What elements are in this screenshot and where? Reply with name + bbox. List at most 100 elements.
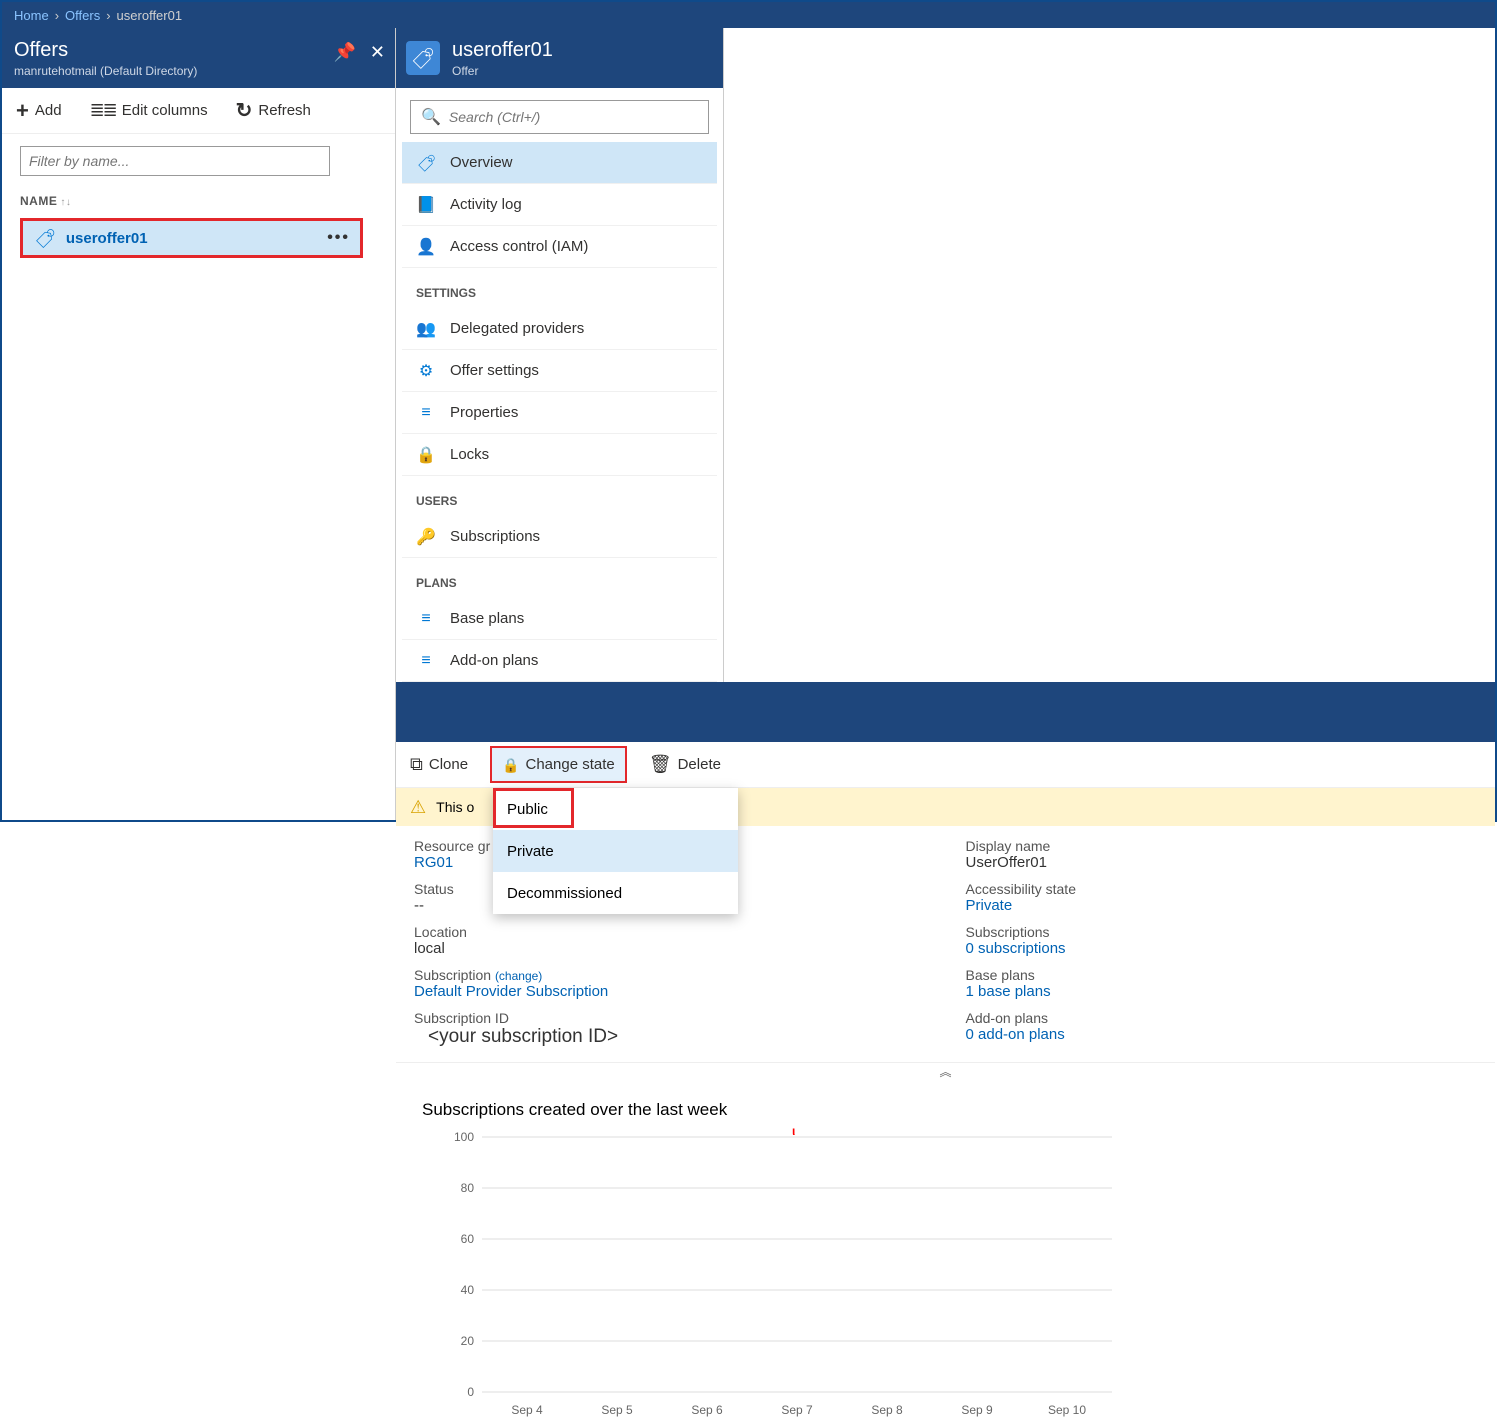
label-display-name: Display name xyxy=(966,838,1478,854)
offers-panel: Offers manrutehotmail (Default Directory… xyxy=(2,28,396,820)
nav-delegated-providers[interactable]: 👥Delegated providers xyxy=(402,308,717,350)
main-toolbar: Clone Change state Delete Public Private… xyxy=(396,742,1495,788)
warning-text: This o xyxy=(436,799,474,815)
dropdown-private[interactable]: Private xyxy=(493,830,738,872)
tag-icon: 🏷 xyxy=(34,227,55,250)
nav-access-control[interactable]: 👤Access control (IAM) xyxy=(402,226,717,268)
svg-text:Sep 5: Sep 5 xyxy=(601,1403,633,1417)
svg-text:100: 100 xyxy=(454,1132,474,1144)
collapse-toggle[interactable]: ︽ xyxy=(396,1062,1495,1080)
svg-text:Sep 9: Sep 9 xyxy=(961,1403,993,1417)
chart-marker: ι xyxy=(792,1124,795,1138)
columns-icon xyxy=(90,100,116,121)
dropdown-decommissioned[interactable]: Decommissioned xyxy=(493,872,738,914)
value-addon-plans[interactable]: 0 add-on plans xyxy=(966,1026,1478,1043)
plus-icon xyxy=(16,98,29,124)
person-icon: 👤 xyxy=(416,237,436,257)
label-base-plans: Base plans xyxy=(966,967,1478,983)
value-display-name: UserOffer01 xyxy=(966,854,1478,871)
svg-text:Sep 6: Sep 6 xyxy=(691,1403,723,1417)
value-subscriptions[interactable]: 0 subscriptions xyxy=(966,940,1478,957)
pin-icon[interactable]: 📌 xyxy=(333,42,355,63)
nav-properties[interactable]: Properties xyxy=(402,392,717,434)
chevron-right-icon: › xyxy=(55,8,59,23)
lock-icon: 🔒 xyxy=(416,445,436,465)
main-panel: Clone Change state Delete Public Private… xyxy=(396,682,1495,1427)
breadcrumb-current: useroffer01 xyxy=(117,8,183,23)
tag-icon: 🏷 xyxy=(416,153,436,173)
change-state-button[interactable]: Change state xyxy=(490,746,627,783)
log-icon: 📘 xyxy=(416,195,436,215)
label-addon-plans: Add-on plans xyxy=(966,1010,1478,1026)
svg-text:Sep 10: Sep 10 xyxy=(1048,1403,1086,1417)
nav-offer-settings[interactable]: ⚙Offer settings xyxy=(402,350,717,392)
detail-panel-header: 🏷 useroffer01 Offer xyxy=(396,28,723,88)
people-icon: 👥 xyxy=(416,319,436,339)
value-subscription-id: <your subscription ID> xyxy=(414,1026,926,1048)
nav-base-plans[interactable]: Base plans xyxy=(402,598,717,640)
change-subscription-link[interactable]: (change) xyxy=(495,969,542,983)
nav-activity-log[interactable]: 📘Activity log xyxy=(402,184,717,226)
svg-text:0: 0 xyxy=(467,1385,474,1399)
breadcrumb-home[interactable]: Home xyxy=(14,8,49,23)
tag-icon: 🏷 xyxy=(406,41,440,75)
more-icon[interactable]: ••• xyxy=(327,229,350,247)
warning-icon: ⚠ xyxy=(410,797,426,818)
breadcrumb-offers[interactable]: Offers xyxy=(65,8,100,23)
svg-text:60: 60 xyxy=(461,1232,475,1246)
nav-section-settings: SETTINGS xyxy=(402,268,717,308)
nav-subscriptions[interactable]: 🔑Subscriptions xyxy=(402,516,717,558)
list-icon xyxy=(416,610,436,628)
value-subscription[interactable]: Default Provider Subscription xyxy=(414,983,926,1000)
delete-button[interactable]: Delete xyxy=(643,750,727,779)
label-subscription: Subscription (change) xyxy=(414,967,926,983)
filter-input[interactable] xyxy=(20,146,330,176)
label-subscriptions: Subscriptions xyxy=(966,924,1478,940)
detail-nav-panel: 🏷 useroffer01 Offer 🔍 🏷Overview 📘Activit… xyxy=(396,28,724,682)
offers-subtitle: manrutehotmail (Default Directory) xyxy=(14,64,197,78)
svg-text:80: 80 xyxy=(461,1181,475,1195)
nav-locks[interactable]: 🔒Locks xyxy=(402,434,717,476)
nav-overview[interactable]: 🏷Overview xyxy=(402,142,717,184)
offers-title: Offers xyxy=(14,39,197,62)
svg-text:Sep 7: Sep 7 xyxy=(781,1403,813,1417)
detail-subtitle: Offer xyxy=(452,64,553,78)
lock-icon xyxy=(502,754,519,775)
close-icon[interactable]: ✕ xyxy=(370,42,385,63)
svg-text:40: 40 xyxy=(461,1283,475,1297)
value-base-plans[interactable]: 1 base plans xyxy=(966,983,1478,1000)
offer-row[interactable]: 🏷 useroffer01 ••• xyxy=(20,218,363,258)
label-accessibility: Accessibility state xyxy=(966,881,1478,897)
main-header-strip xyxy=(396,682,1495,742)
refresh-icon xyxy=(236,98,253,123)
svg-text:20: 20 xyxy=(461,1334,475,1348)
nav-search[interactable]: 🔍 xyxy=(410,100,709,134)
chart-title: Subscriptions created over the last week xyxy=(422,1100,1469,1120)
value-accessibility[interactable]: Private xyxy=(966,897,1478,914)
chart-area: Subscriptions created over the last week… xyxy=(396,1080,1495,1427)
dropdown-public[interactable]: Public xyxy=(493,788,738,830)
label-subscription-id: Subscription ID xyxy=(414,1010,926,1026)
column-header-name[interactable]: NAME↑↓ xyxy=(20,194,377,208)
sort-icon: ↑↓ xyxy=(60,197,71,208)
key-icon: 🔑 xyxy=(416,527,436,547)
chevron-right-icon: › xyxy=(106,8,110,23)
list-icon xyxy=(416,404,436,422)
edit-columns-button[interactable]: Edit columns xyxy=(84,96,214,125)
sliders-icon: ⚙ xyxy=(416,361,436,381)
nav-search-input[interactable] xyxy=(449,109,698,125)
clone-button[interactable]: Clone xyxy=(404,750,474,779)
delete-icon xyxy=(649,754,672,775)
subscriptions-chart: 020406080100Sep 4Sep 5Sep 6Sep 7Sep 8Sep… xyxy=(422,1132,1122,1422)
breadcrumb: Home › Offers › useroffer01 xyxy=(2,2,1495,28)
refresh-button[interactable]: Refresh xyxy=(230,94,317,127)
svg-text:Sep 8: Sep 8 xyxy=(871,1403,903,1417)
offers-toolbar: Add Edit columns Refresh xyxy=(2,88,395,134)
add-button[interactable]: Add xyxy=(10,94,68,128)
detail-title: useroffer01 xyxy=(452,39,553,62)
nav-section-users: USERS xyxy=(402,476,717,516)
clone-icon xyxy=(410,754,423,775)
nav-addon-plans[interactable]: Add-on plans xyxy=(402,640,717,682)
search-icon: 🔍 xyxy=(421,107,441,127)
change-state-dropdown: Public Private Decommissioned xyxy=(493,788,738,914)
